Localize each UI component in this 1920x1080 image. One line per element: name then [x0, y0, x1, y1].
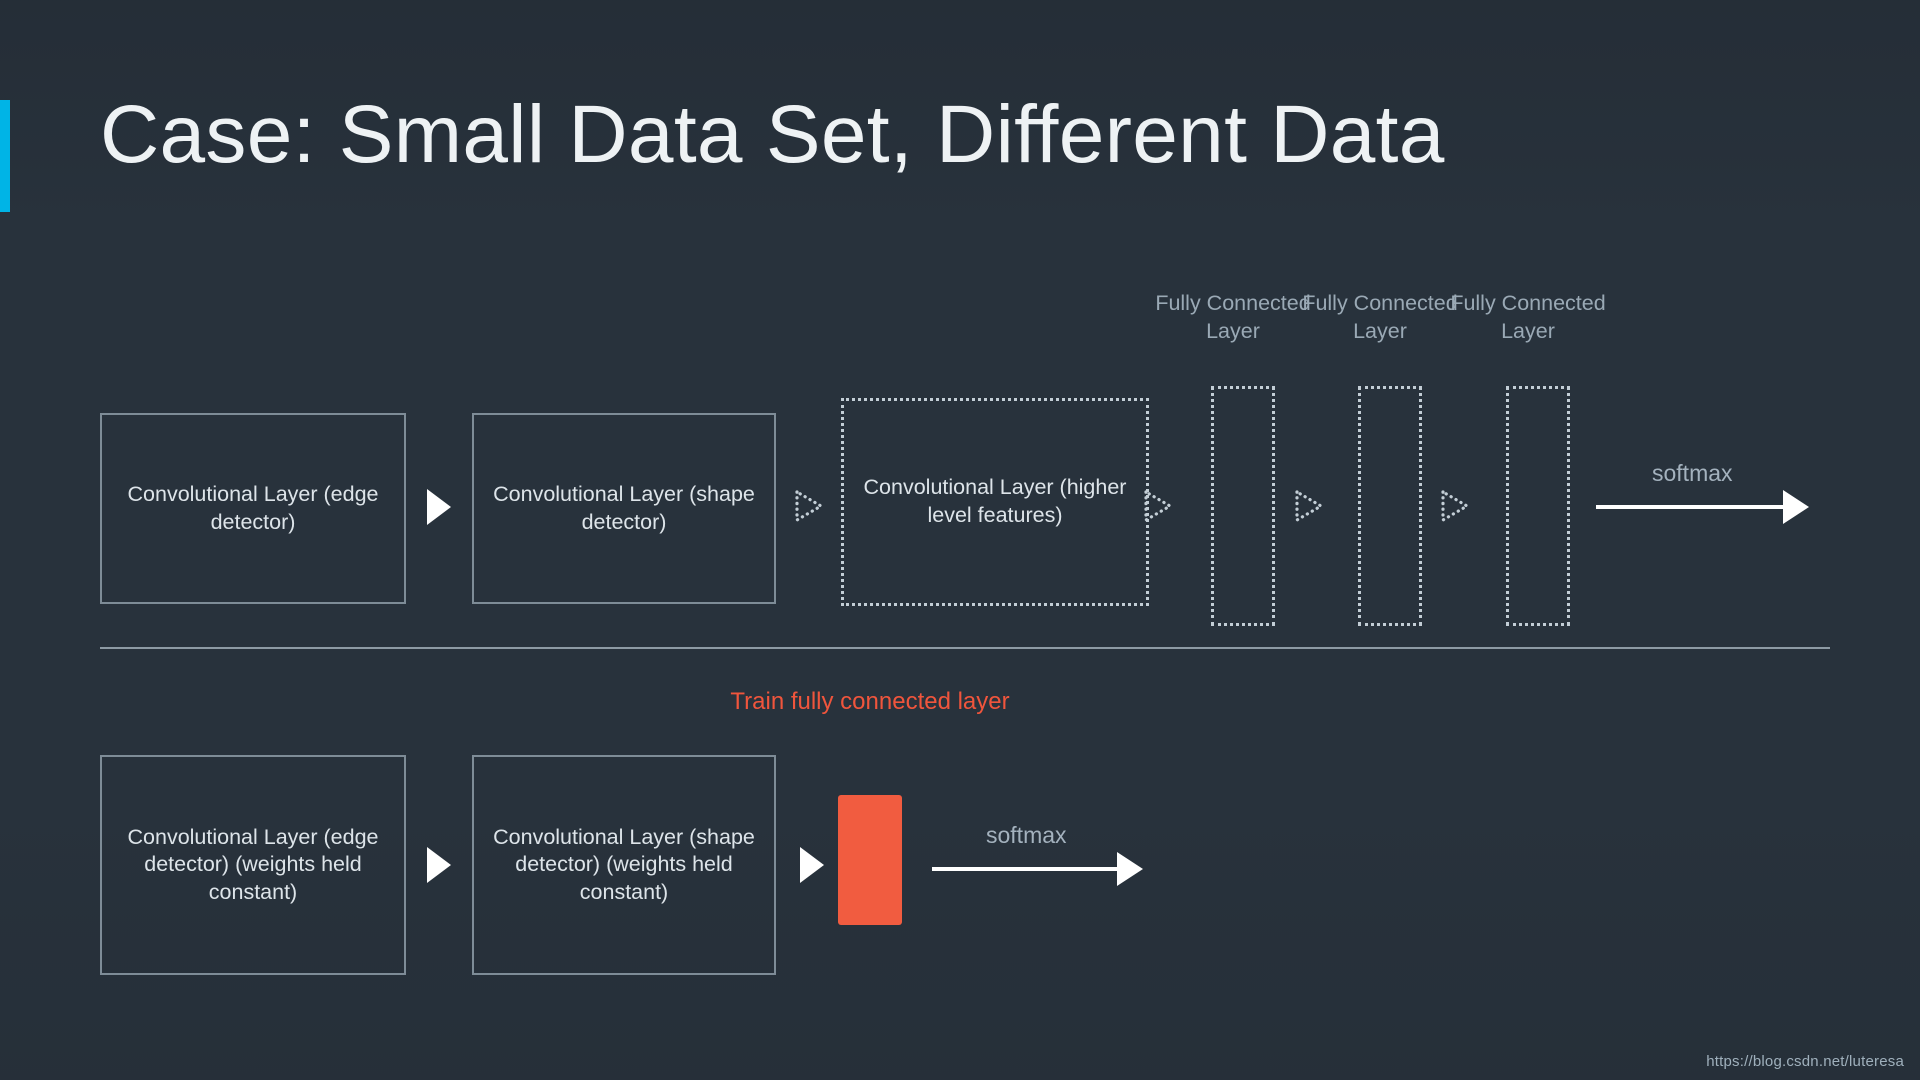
train-caption: Train fully connected layer — [730, 688, 1010, 715]
watermark: https://blog.csdn.net/luteresa — [1706, 1053, 1904, 1070]
play-triangle-dotted-icon — [792, 489, 826, 528]
fc-layer-1-label: Fully Connected Layer — [1148, 290, 1318, 345]
page-title: Case: Small Data Set, Different Data — [100, 89, 1445, 180]
play-triangle-dotted-icon — [1438, 489, 1472, 528]
right-arrow-icon — [932, 867, 1120, 871]
play-triangle-dotted-icon — [1292, 489, 1326, 528]
top-conv-box-higher-level-features[interactable]: Convolutional Layer (higher level featur… — [841, 398, 1149, 606]
fc-layer-2-box[interactable] — [1358, 386, 1422, 626]
top-softmax-label: softmax — [1652, 460, 1733, 486]
bottom-conv-box-shape-detector[interactable]: Convolutional Layer (shape detector) (we… — [472, 755, 776, 975]
right-arrow-icon — [1596, 505, 1786, 509]
trained-fc-block[interactable] — [838, 795, 902, 925]
title-accent-bar — [0, 100, 10, 212]
bottom-softmax-label: softmax — [986, 822, 1067, 848]
fc-layer-1-label-text: Fully Connected Layer — [1155, 291, 1311, 343]
slide-canvas: Case: Small Data Set, Different Data Con… — [0, 0, 1920, 1080]
top-conv-box-shape-detector[interactable]: Convolutional Layer (shape detector) — [472, 413, 776, 604]
fc-layer-2-label-text: Fully Connected Layer — [1302, 291, 1458, 343]
fc-layer-3-label-text: Fully Connected Layer — [1450, 291, 1606, 343]
right-arrow-head-icon — [1783, 490, 1809, 524]
play-triangle-dotted-icon — [1141, 489, 1175, 528]
right-arrow-head-icon — [1117, 852, 1143, 886]
fc-layer-2-label: Fully Connected Layer — [1295, 290, 1465, 345]
play-triangle-icon — [800, 847, 824, 883]
play-triangle-icon — [427, 847, 451, 883]
top-conv-box-shape-detector-label: Convolutional Layer (shape detector) — [493, 481, 755, 534]
top-conv-box-edge-detector[interactable]: Convolutional Layer (edge detector) — [100, 413, 406, 604]
bottom-softmax-arrow-group: softmax — [932, 822, 1162, 892]
bottom-conv-box-edge-detector[interactable]: Convolutional Layer (edge detector) (wei… — [100, 755, 406, 975]
top-conv-box-higher-level-features-label: Convolutional Layer (higher level featur… — [863, 475, 1127, 527]
play-triangle-icon — [427, 489, 451, 525]
top-conv-box-edge-detector-label: Convolutional Layer (edge detector) — [127, 481, 379, 534]
fc-layer-1-box[interactable] — [1211, 386, 1275, 626]
bottom-conv-box-shape-detector-label: Convolutional Layer (shape detector) (we… — [493, 824, 755, 904]
top-softmax-arrow-group: softmax — [1596, 460, 1826, 530]
fc-layer-3-box[interactable] — [1506, 386, 1570, 626]
bottom-conv-box-edge-detector-label: Convolutional Layer (edge detector) (wei… — [127, 824, 379, 904]
section-divider — [100, 647, 1830, 649]
fc-layer-3-label: Fully Connected Layer — [1443, 290, 1613, 345]
